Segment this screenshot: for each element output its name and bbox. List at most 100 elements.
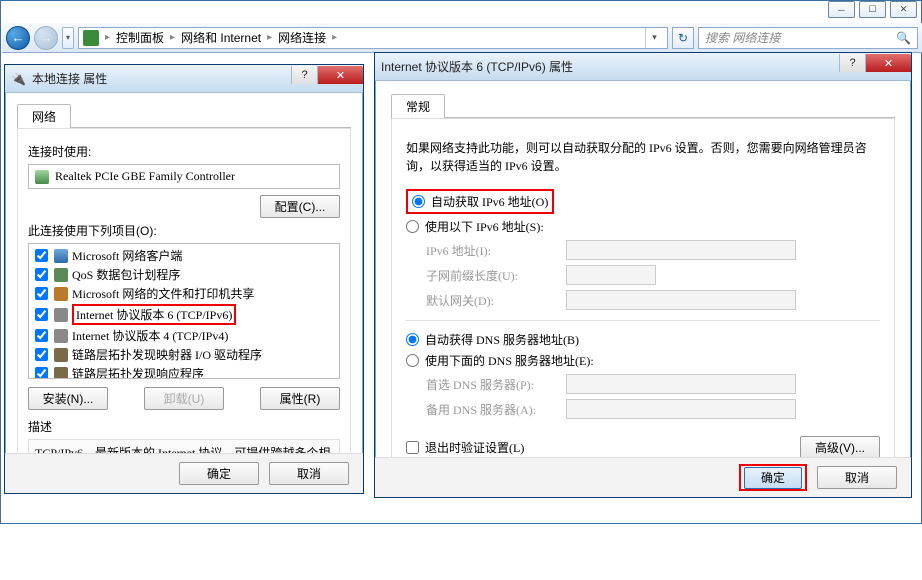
- close-button[interactable]: ✕: [890, 1, 917, 18]
- refresh-button[interactable]: ↻: [672, 27, 694, 49]
- protocol-icon: [54, 268, 68, 282]
- explorer-toolbar: ← → ▾ ▸ 控制面板 ▸ 网络和 Internet ▸ 网络连接 ▸ ▾ ↻…: [2, 23, 922, 53]
- window-controls: ─ ☐ ✕: [828, 1, 917, 18]
- divider: [406, 320, 880, 321]
- uninstall-button[interactable]: 卸载(U): [144, 387, 224, 410]
- tab-general[interactable]: 常规: [391, 94, 445, 118]
- list-item[interactable]: Microsoft 网络的文件和打印机共享: [33, 284, 335, 303]
- protocol-icon: [54, 329, 68, 343]
- forward-button[interactable]: →: [34, 26, 58, 50]
- auto-dns-label: 自动获得 DNS 服务器地址(B): [425, 331, 579, 348]
- list-item[interactable]: 链路层拓扑发现映射器 I/O 驱动程序: [33, 345, 335, 364]
- preferred-dns-label: 首选 DNS 服务器(P):: [426, 376, 556, 393]
- item-checkbox[interactable]: [35, 308, 48, 321]
- breadcrumb-sep: ▸: [267, 32, 272, 43]
- dialog-title: Internet 协议版本 6 (TCP/IPv6) 属性: [381, 58, 573, 75]
- item-label: 链路层拓扑发现映射器 I/O 驱动程序: [72, 346, 262, 363]
- alternate-dns-label: 备用 DNS 服务器(A):: [426, 401, 556, 418]
- cancel-button[interactable]: 取消: [269, 462, 349, 485]
- dialog-title: 本地连接 属性: [32, 70, 107, 87]
- close-button[interactable]: ✕: [317, 66, 363, 84]
- gateway-label: 默认网关(D):: [426, 292, 556, 309]
- item-label: Microsoft 网络客户端: [72, 247, 182, 264]
- item-checkbox[interactable]: [35, 329, 48, 342]
- protocol-icon: [54, 348, 68, 362]
- gateway-input: [566, 290, 796, 310]
- breadcrumb-item[interactable]: 网络连接: [278, 29, 326, 46]
- manual-dns-label: 使用下面的 DNS 服务器地址(E):: [425, 352, 594, 369]
- auto-ipv6-radio[interactable]: [412, 195, 425, 208]
- item-checkbox[interactable]: [35, 287, 48, 300]
- item-checkbox[interactable]: [35, 268, 48, 281]
- address-dropdown[interactable]: ▾: [645, 28, 663, 48]
- item-label: Internet 协议版本 4 (TCP/IPv4): [72, 327, 228, 344]
- search-box[interactable]: 搜索 网络连接 🔍: [698, 27, 918, 49]
- list-item[interactable]: Internet 协议版本 6 (TCP/IPv6): [33, 303, 335, 326]
- ipv6-address-label: IPv6 地址(I):: [426, 242, 556, 259]
- cancel-button[interactable]: 取消: [817, 466, 897, 489]
- back-button[interactable]: ←: [6, 26, 30, 50]
- protocol-icon: [54, 249, 68, 263]
- search-placeholder: 搜索 网络连接: [705, 29, 780, 46]
- nav-history-dropdown[interactable]: ▾: [62, 27, 74, 49]
- nic-icon: [35, 170, 49, 184]
- list-item[interactable]: Internet 协议版本 4 (TCP/IPv4): [33, 326, 335, 345]
- item-label: Internet 协议版本 6 (TCP/IPv6): [72, 304, 236, 325]
- tab-network[interactable]: 网络: [17, 104, 71, 128]
- item-label: QoS 数据包计划程序: [72, 266, 180, 283]
- ok-button[interactable]: 确定: [179, 462, 259, 485]
- protocol-icon: [54, 308, 68, 322]
- install-button[interactable]: 安装(N)...: [28, 387, 108, 410]
- protocol-icon: [54, 287, 68, 301]
- description-label: 描述: [28, 418, 340, 435]
- manual-dns-radio[interactable]: [406, 354, 419, 367]
- item-checkbox[interactable]: [35, 348, 48, 361]
- protocol-icon: [54, 367, 68, 380]
- preferred-dns-input: [566, 374, 796, 394]
- tab-strip: 网络: [17, 103, 351, 128]
- configure-button[interactable]: 配置(C)...: [260, 195, 340, 218]
- address-bar[interactable]: ▸ 控制面板 ▸ 网络和 Internet ▸ 网络连接 ▸ ▾: [78, 27, 668, 49]
- alternate-dns-input: [566, 399, 796, 419]
- dialog-footer: 确定 取消: [375, 457, 911, 497]
- dialog-footer: 确定 取消: [5, 453, 363, 493]
- connect-using-label: 连接时使用:: [28, 143, 340, 160]
- prefix-length-input: [566, 265, 656, 285]
- prefix-length-label: 子网前缀长度(U):: [426, 267, 556, 284]
- ok-button[interactable]: 确定: [744, 467, 802, 489]
- ipv6-address-input: [566, 240, 796, 260]
- auto-ipv6-label: 自动获取 IPv6 地址(O): [431, 193, 548, 210]
- item-checkbox[interactable]: [35, 367, 48, 379]
- dialog-titlebar: Internet 协议版本 6 (TCP/IPv6) 属性 ? ✕: [375, 53, 911, 81]
- validate-on-exit-label: 退出时验证设置(L): [425, 439, 524, 456]
- adapter-display: Realtek PCIe GBE Family Controller: [28, 164, 340, 189]
- help-button[interactable]: ?: [291, 66, 317, 84]
- list-item[interactable]: QoS 数据包计划程序: [33, 265, 335, 284]
- items-label: 此连接使用下列项目(O):: [28, 222, 340, 239]
- breadcrumb-item[interactable]: 网络和 Internet: [181, 29, 261, 46]
- adapter-name: Realtek PCIe GBE Family Controller: [55, 169, 235, 184]
- info-text: 如果网络支持此功能，则可以自动获取分配的 IPv6 设置。否则，您需要向网络管理…: [406, 139, 880, 175]
- list-item[interactable]: 链路层拓扑发现响应程序: [33, 364, 335, 379]
- auto-dns-radio[interactable]: [406, 333, 419, 346]
- local-connection-properties-dialog: 🔌 本地连接 属性 ? ✕ 网络 连接时使用: Realtek PCIe GBE…: [4, 64, 364, 494]
- item-checkbox[interactable]: [35, 249, 48, 262]
- search-icon: 🔍: [896, 31, 911, 45]
- minimize-button[interactable]: ─: [828, 1, 855, 18]
- connection-items-list[interactable]: Microsoft 网络客户端 QoS 数据包计划程序 Microsoft 网络的文…: [28, 243, 340, 379]
- item-label: 链路层拓扑发现响应程序: [72, 365, 204, 379]
- advanced-button[interactable]: 高级(V)...: [800, 436, 880, 459]
- manual-ipv6-radio[interactable]: [406, 220, 419, 233]
- properties-button[interactable]: 属性(R): [260, 387, 340, 410]
- tab-panel: 连接时使用: Realtek PCIe GBE Family Controlle…: [17, 128, 351, 492]
- item-label: Microsoft 网络的文件和打印机共享: [72, 285, 254, 302]
- validate-on-exit-checkbox[interactable]: [406, 441, 419, 454]
- list-item[interactable]: Microsoft 网络客户端: [33, 246, 335, 265]
- close-button[interactable]: ✕: [865, 54, 911, 72]
- help-button[interactable]: ?: [839, 54, 865, 72]
- ipv6-properties-dialog: Internet 协议版本 6 (TCP/IPv6) 属性 ? ✕ 常规 如果网…: [374, 52, 912, 498]
- maximize-button[interactable]: ☐: [859, 1, 886, 18]
- ok-highlight: 确定: [739, 464, 807, 491]
- tab-strip: 常规: [391, 93, 895, 118]
- breadcrumb-item[interactable]: 控制面板: [116, 29, 164, 46]
